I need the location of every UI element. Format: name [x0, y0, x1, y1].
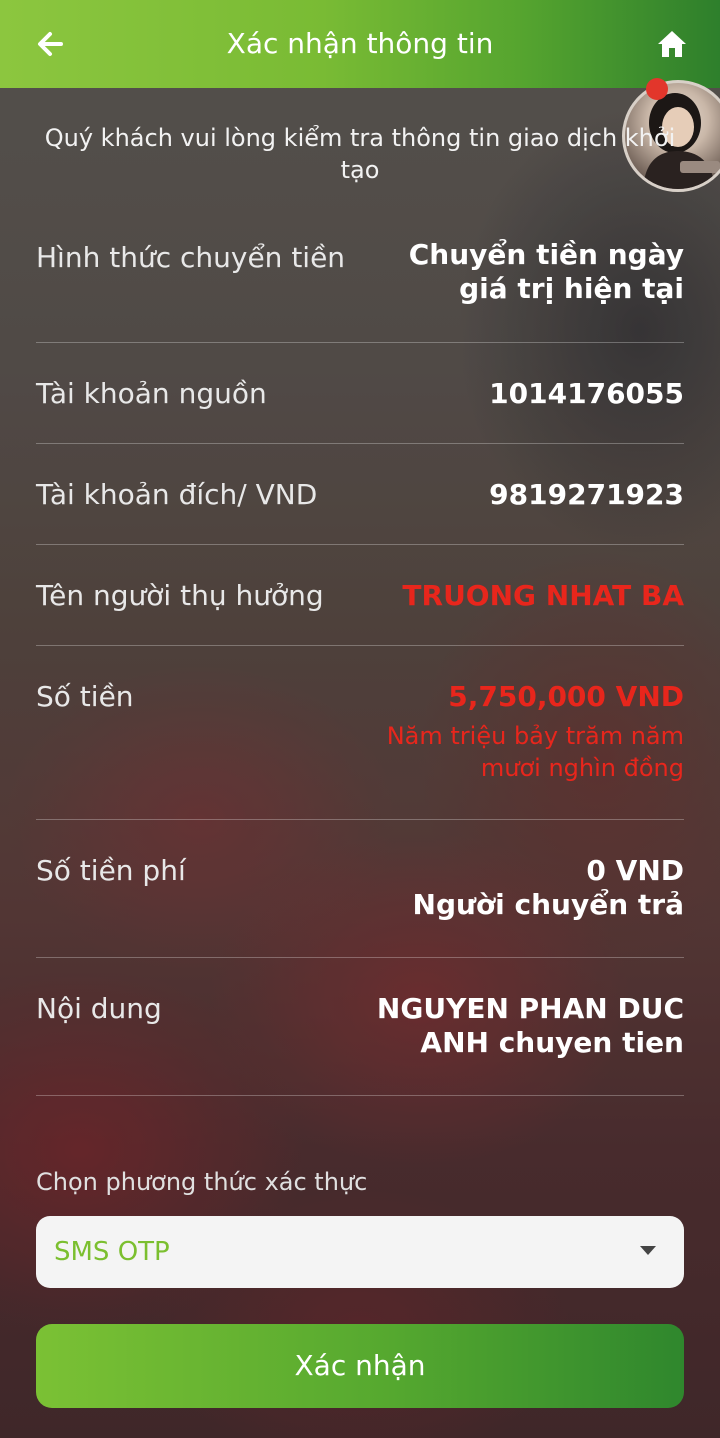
detail-row-content: Nội dung NGUYEN PHAN DUC ANH chuyen tien — [36, 957, 684, 1096]
detail-row-transfer-type: Hình thức chuyển tiền Chuyển tiền ngày g… — [36, 238, 684, 343]
auth-method-selected: SMS OTP — [54, 1237, 170, 1267]
amount-in-words: Năm triệu bảy trăm năm mươi nghìn đồng — [386, 722, 684, 782]
auth-method-label: Chọn phương thức xác thực — [36, 1168, 368, 1196]
detail-row-amount: Số tiền 5,750,000 VND Năm triệu bảy trăm… — [36, 645, 684, 820]
arrow-left-icon — [38, 32, 63, 56]
detail-value: TRUONG NHAT BA — [402, 579, 684, 612]
detail-label: Tên người thụ hưởng — [36, 579, 324, 612]
intro-text: Quý khách vui lòng kiểm tra thông tin gi… — [44, 124, 676, 184]
detail-row-fee: Số tiền phí 0 VND Người chuyển trả — [36, 819, 684, 958]
page-title: Xác nhận thông tin — [226, 27, 494, 60]
notification-dot — [646, 78, 668, 100]
detail-label: Tài khoản đích/ VND — [36, 478, 318, 511]
screen: Xác nhận thông tin Quý khách vui lòng ki… — [0, 0, 720, 1438]
detail-label: Số tiền — [36, 680, 134, 713]
top-app-bar: Xác nhận thông tin — [0, 0, 720, 88]
detail-row-destination-account: Tài khoản đích/ VND 9819271923 — [36, 443, 684, 545]
detail-row-source-account: Tài khoản nguồn 1014176055 — [36, 342, 684, 444]
fee-value: 0 VND — [586, 854, 684, 887]
detail-value: Chuyển tiền ngày giá trị hiện tại — [408, 238, 684, 305]
detail-value: 5,750,000 VND Năm triệu bảy trăm năm mươ… — [364, 680, 684, 784]
home-button[interactable] — [652, 24, 692, 64]
detail-row-beneficiary: Tên người thụ hưởng TRUONG NHAT BA — [36, 544, 684, 646]
detail-label: Hình thức chuyển tiền — [36, 241, 346, 274]
home-icon — [658, 31, 686, 57]
detail-value: 0 VND Người chuyển trả — [364, 854, 684, 922]
confirm-button[interactable]: Xác nhận — [36, 1324, 684, 1408]
detail-value: 9819271923 — [489, 478, 684, 511]
detail-label: Tài khoản nguồn — [36, 377, 267, 410]
amount-value: 5,750,000 VND — [448, 680, 684, 713]
detail-label: Số tiền phí — [36, 854, 186, 887]
detail-label: Nội dung — [36, 992, 162, 1025]
auth-method-select[interactable]: SMS OTP — [36, 1216, 684, 1288]
detail-value: 1014176055 — [489, 377, 684, 410]
detail-value: NGUYEN PHAN DUC ANH chuyen tien — [376, 992, 684, 1059]
caret-down-icon — [640, 1246, 656, 1255]
back-button[interactable] — [30, 24, 70, 64]
fee-payer: Người chuyển trả — [412, 888, 684, 921]
